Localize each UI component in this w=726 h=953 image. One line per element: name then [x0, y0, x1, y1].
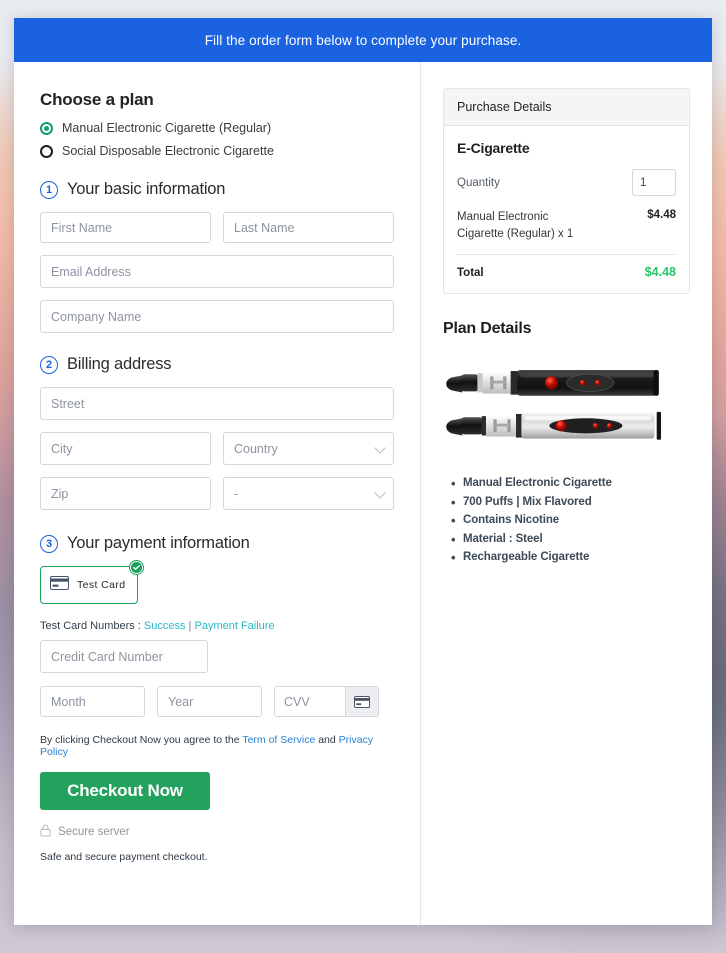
street-row [40, 387, 394, 420]
purchase-details-header: Purchase Details [444, 89, 689, 126]
form-column: Choose a plan Manual Electronic Cigarett… [14, 62, 421, 925]
zip-state-row: - [40, 477, 394, 510]
quantity-input[interactable] [632, 169, 676, 196]
test-card-success-link[interactable]: Success [144, 620, 186, 632]
plan-option-label: Manual Electronic Cigarette (Regular) [62, 121, 272, 135]
company-row [40, 300, 394, 333]
country-select[interactable]: Country [223, 432, 394, 465]
purchase-product-title: E-Cigarette [457, 140, 530, 156]
safe-checkout-note: Safe and secure payment checkout. [40, 851, 208, 863]
step-3-title: Your payment information [67, 534, 250, 552]
lock-icon [40, 824, 51, 840]
line-item-row: Manual Electronic Cigarette (Regular) x … [457, 209, 676, 242]
plan-option-label: Social Disposable Electronic Cigarette [62, 144, 274, 158]
company-name-input[interactable] [40, 300, 394, 333]
step-3-number: 3 [40, 534, 58, 553]
test-card-failure-link[interactable]: Payment Failure [194, 620, 274, 632]
secure-server-row: Secure server [40, 824, 394, 840]
terms-agreement-text: By clicking Checkout Now you agree to th… [40, 734, 394, 758]
card-body: Choose a plan Manual Electronic Cigarett… [14, 62, 712, 925]
plan-features-list: Manual Electronic Cigarette 700 Puffs | … [443, 473, 690, 569]
step-3-header: 3 Your payment information [40, 534, 394, 553]
test-card-prefix: Test Card Numbers : [40, 620, 144, 632]
test-card-numbers-line: Test Card Numbers : Success | Payment Fa… [40, 620, 394, 632]
plan-details-heading: Plan Details [443, 320, 532, 338]
terms-middle: and [315, 734, 339, 746]
step-2-title: Billing address [67, 355, 172, 373]
radio-selected-icon[interactable] [40, 121, 53, 135]
state-select-wrap[interactable]: - [223, 477, 394, 510]
checkout-now-button[interactable]: Checkout Now [40, 772, 210, 810]
total-row: Total $4.48 [457, 265, 676, 281]
state-select[interactable]: - [223, 477, 394, 510]
country-select-wrap[interactable]: Country [223, 432, 394, 465]
plan-radio-group[interactable]: Manual Electronic Cigarette (Regular) So… [40, 121, 394, 158]
purchase-details-panel: Purchase Details E-Cigarette Quantity Ma… [443, 88, 690, 295]
purchase-details-body: E-Cigarette Quantity Manual Electronic C… [444, 126, 689, 293]
expiry-month-select[interactable]: Month [40, 686, 145, 717]
first-name-input[interactable] [40, 212, 211, 243]
cvv-input[interactable] [275, 687, 345, 716]
plan-option-social[interactable]: Social Disposable Electronic Cigarette [40, 144, 394, 158]
terms-of-service-link[interactable]: Term of Service [242, 734, 315, 746]
total-value: $4.48 [644, 265, 676, 280]
total-label: Total [457, 267, 484, 280]
step-1-title: Your basic information [67, 180, 226, 198]
quantity-row: Quantity [457, 169, 676, 196]
plan-option-manual[interactable]: Manual Electronic Cigarette (Regular) [40, 121, 394, 135]
product-silver-unit [446, 412, 661, 441]
secure-server-label: Secure server [58, 826, 130, 838]
choose-plan-heading: Choose a plan [40, 90, 154, 109]
list-item: Contains Nicotine [451, 510, 690, 531]
radio-unselected-icon[interactable] [40, 144, 53, 158]
product-black-unit [446, 370, 659, 397]
city-country-row: Country [40, 432, 394, 465]
credit-card-number-input[interactable] [40, 640, 208, 673]
email-row [40, 255, 394, 288]
expiry-cvv-row: Month Year [40, 686, 394, 717]
line-item-name: Manual Electronic Cigarette (Regular) x … [457, 211, 574, 240]
step-2-header: 2 Billing address [40, 355, 394, 374]
terms-prefix: By clicking Checkout Now you agree to th… [40, 734, 243, 746]
banner-text: Fill the order form below to complete yo… [204, 32, 522, 48]
step-1-number: 1 [40, 180, 58, 199]
product-image [446, 370, 661, 441]
month-select-wrap[interactable]: Month [40, 686, 145, 717]
list-item: 700 Puffs | Mix Flavored [451, 492, 690, 513]
quantity-label: Quantity [457, 176, 500, 189]
credit-card-icon [50, 575, 69, 595]
email-input[interactable] [40, 255, 394, 288]
city-input[interactable] [40, 432, 211, 465]
summary-column: Purchase Details E-Cigarette Quantity Ma… [421, 62, 712, 925]
zip-input[interactable] [40, 477, 211, 510]
step-2-number: 2 [40, 355, 58, 374]
name-row [40, 212, 394, 243]
payment-method-test-card[interactable]: Test Card [40, 560, 144, 604]
line-item-price: $4.48 [647, 209, 676, 221]
payment-method-label: Test Card [77, 579, 126, 591]
checkout-card: Fill the order form below to complete yo… [14, 18, 712, 925]
banner: Fill the order form below to complete yo… [14, 18, 712, 62]
street-input[interactable] [40, 387, 394, 420]
list-item: Manual Electronic Cigarette [451, 473, 690, 494]
cvv-card-icon [345, 687, 378, 716]
expiry-year-select[interactable]: Year [157, 686, 262, 717]
step-1-header: 1 Your basic information [40, 180, 394, 199]
check-circle-icon [129, 560, 144, 575]
year-select-wrap[interactable]: Year [157, 686, 262, 717]
total-divider [457, 254, 676, 256]
list-item: Material : Steel [451, 529, 690, 550]
list-item: Rechargeable Cigarette [451, 548, 690, 569]
last-name-input[interactable] [223, 212, 394, 243]
cvv-group[interactable] [274, 686, 379, 717]
